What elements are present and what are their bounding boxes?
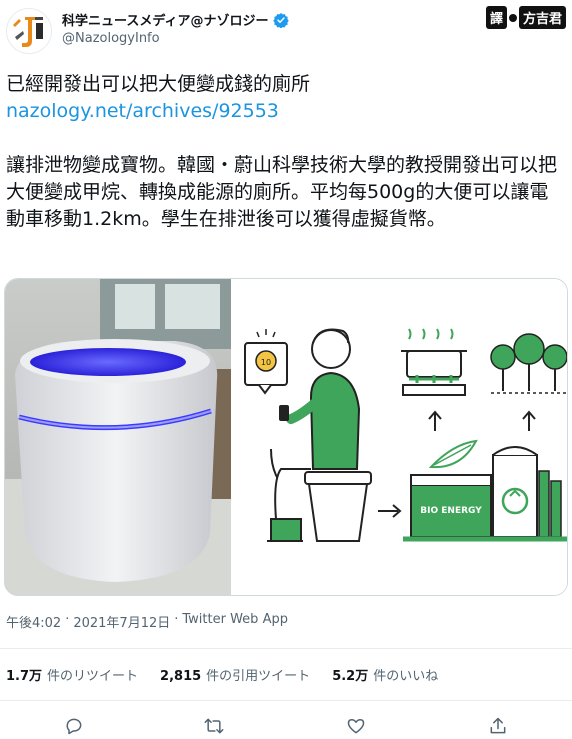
tweet-header: 科学ニュースメディア@ナゾロジー @NazologyInfo 譯 方吉君: [0, 0, 572, 62]
retweets-stat[interactable]: 1.7万 件のリツイート: [6, 665, 138, 684]
bio-energy-illustration: 10 BIO ENERGY: [231, 279, 567, 595]
toilet-photo: [5, 279, 231, 595]
meta-separator: ·: [65, 612, 70, 627]
speech-bubble-icon: [66, 718, 82, 735]
translator-dot-icon: [508, 13, 517, 22]
reply-button[interactable]: [62, 714, 86, 738]
handle[interactable]: @NazologyInfo: [62, 31, 160, 46]
tweet-date[interactable]: 2021年7月12日: [73, 612, 170, 631]
likes-stat[interactable]: 5.2万 件のいいね: [332, 665, 438, 684]
tweet-body: 讓排泄物變成寶物。韓國・蔚山科學技術大學的教授開發出可以把大便變成甲烷、轉換成能…: [6, 154, 558, 230]
tweet-media[interactable]: 10 BIO ENERGY: [4, 278, 568, 596]
tweet-stats: 1.7万 件のリツイート 2,815 件の引用ツイート 5.2万 件のいいね: [6, 665, 438, 684]
display-name[interactable]: 科学ニュースメディア@ナゾロジー: [62, 10, 268, 29]
translator-prefix: 譯: [485, 6, 507, 29]
like-button[interactable]: [344, 714, 368, 738]
quotes-count: 2,815: [160, 669, 202, 684]
retweet-button[interactable]: [202, 714, 226, 738]
verified-badge-icon: [273, 12, 290, 28]
coin-label: 10: [261, 358, 271, 367]
likes-label: 件のいいね: [373, 669, 439, 684]
share-button[interactable]: [486, 714, 510, 738]
tweet-client[interactable]: Twitter Web App: [182, 612, 288, 631]
retweets-count: 1.7万: [6, 669, 43, 684]
share-upload-icon: [490, 717, 506, 734]
divider: [0, 648, 572, 649]
tweet-actions: [0, 710, 572, 739]
tweet-meta: 午後4:02 · 2021年7月12日 · Twitter Web App: [6, 612, 288, 631]
heart-icon: [347, 719, 365, 734]
meta-separator: ·: [174, 612, 179, 627]
divider: [0, 700, 572, 701]
retweet-arrows-icon: [204, 718, 224, 734]
quotes-stat[interactable]: 2,815 件の引用ツイート: [160, 665, 310, 684]
avatar[interactable]: [6, 8, 52, 54]
translator-name: 方吉君: [518, 6, 566, 29]
bio-energy-label: BIO ENERGY: [420, 506, 482, 516]
translator-credit: 譯 方吉君: [485, 6, 566, 29]
tweet-link[interactable]: nazology.net/archives/92553: [6, 98, 566, 125]
name-row: 科学ニュースメディア@ナゾロジー: [62, 10, 290, 29]
quotes-label: 件の引用ツイート: [206, 669, 311, 684]
likes-count: 5.2万: [332, 669, 369, 684]
nazology-logo-icon: [7, 9, 51, 53]
retweets-label: 件のリツイート: [47, 669, 139, 684]
tweet-time[interactable]: 午後4:02: [6, 612, 61, 631]
tweet-title: 已經開發出可以把大便變成錢的廁所: [6, 73, 311, 95]
